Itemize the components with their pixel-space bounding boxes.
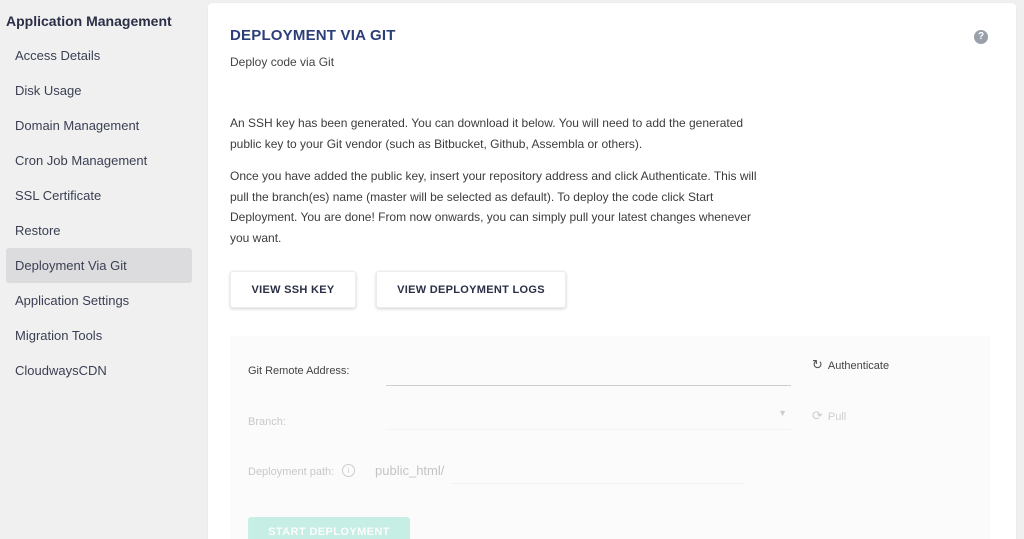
- view-deployment-logs-button[interactable]: VIEW DEPLOYMENT LOGS: [376, 271, 566, 308]
- sidebar-item-domain-management[interactable]: Domain Management: [6, 108, 192, 143]
- sidebar: Application Management Access Details Di…: [0, 0, 200, 539]
- deployment-path-label: Deployment path:: [248, 466, 335, 478]
- ssh-key-instructions: An SSH key has been generated. You can d…: [230, 116, 744, 151]
- sidebar-item-deployment-via-git[interactable]: Deployment Via Git: [6, 248, 192, 283]
- git-remote-label: Git Remote Address:: [248, 365, 350, 377]
- sidebar-item-cloudwayscdn[interactable]: CloudwaysCDN: [6, 353, 192, 388]
- branch-label: Branch:: [248, 416, 286, 428]
- sidebar-item-access-details[interactable]: Access Details: [6, 38, 192, 73]
- sidebar-item-disk-usage[interactable]: Disk Usage: [6, 73, 192, 108]
- deployment-path-input[interactable]: [450, 454, 745, 484]
- help-icon[interactable]: ?: [974, 30, 988, 44]
- main-panel: ? DEPLOYMENT VIA GIT Deploy code via Git…: [208, 3, 1016, 539]
- start-deployment-button[interactable]: START DEPLOYMENT: [248, 517, 410, 539]
- chevron-down-icon: ▼: [778, 408, 787, 418]
- sidebar-item-restore[interactable]: Restore: [6, 213, 192, 248]
- deployment-instructions: Once you have added the public key, inse…: [230, 169, 757, 245]
- sidebar-title: Application Management: [6, 13, 172, 29]
- sidebar-item-ssl-certificate[interactable]: SSL Certificate: [6, 178, 192, 213]
- sidebar-list: Access Details Disk Usage Domain Managem…: [6, 38, 192, 388]
- sidebar-item-cron-job-management[interactable]: Cron Job Management: [6, 143, 192, 178]
- deployment-path-prefix: public_html/: [375, 463, 445, 478]
- branch-select[interactable]: ▼: [386, 400, 791, 430]
- pull-label: Pull: [827, 411, 847, 423]
- pull-button[interactable]: ⟳ Pull: [812, 408, 846, 424]
- sync-icon: ⟳: [812, 408, 823, 423]
- authenticate-button[interactable]: ↻ Authenticate: [812, 357, 889, 373]
- authenticate-label: Authenticate: [827, 360, 890, 372]
- view-ssh-key-button[interactable]: VIEW SSH KEY: [230, 271, 356, 308]
- git-deployment-form: Git Remote Address: ↻ Authenticate Branch…: [230, 336, 990, 539]
- git-remote-input[interactable]: [386, 348, 791, 386]
- sidebar-item-application-settings[interactable]: Application Settings: [6, 283, 192, 318]
- sidebar-item-migration-tools[interactable]: Migration Tools: [6, 318, 192, 353]
- page-subtitle: Deploy code via Git: [230, 55, 335, 69]
- page-title: DEPLOYMENT VIA GIT: [230, 27, 396, 44]
- refresh-icon: ↻: [812, 357, 823, 372]
- info-icon[interactable]: i: [342, 464, 355, 477]
